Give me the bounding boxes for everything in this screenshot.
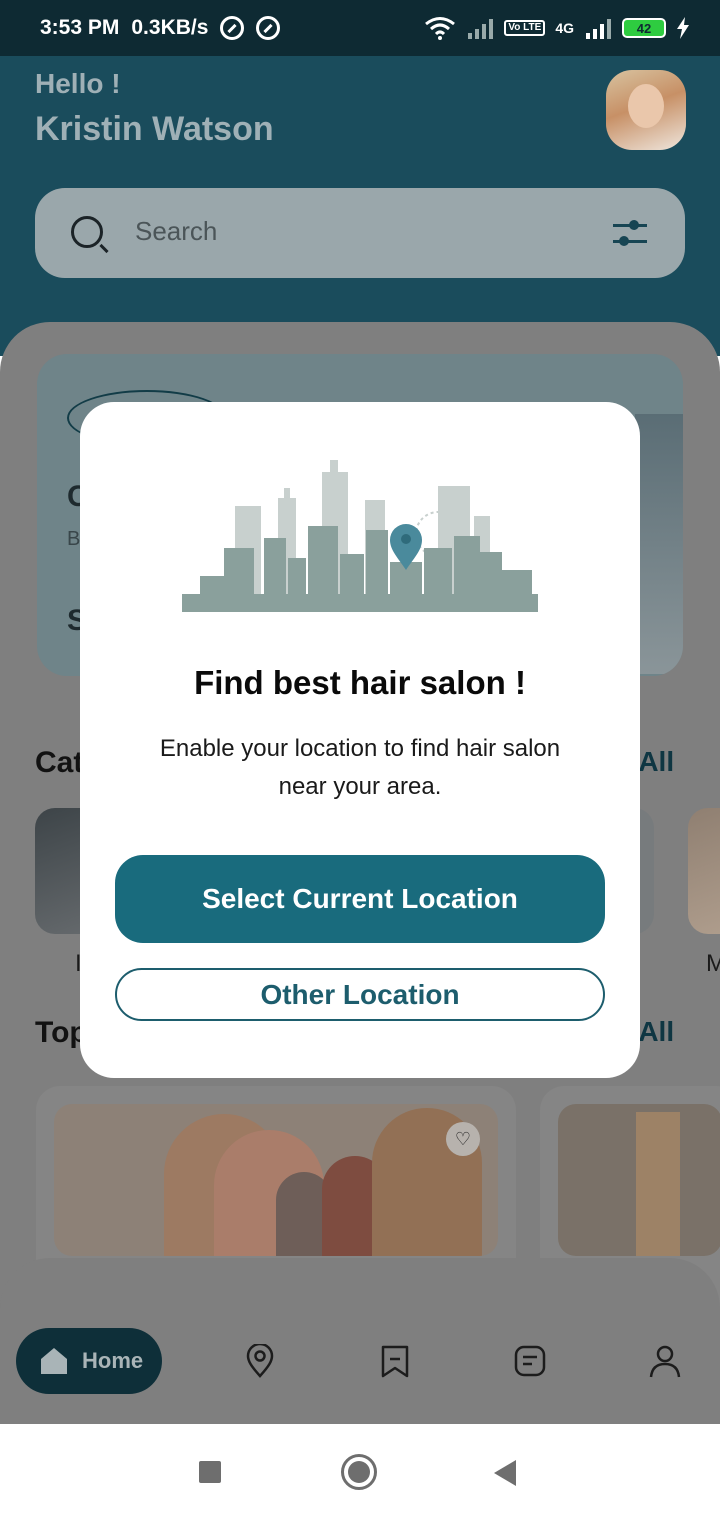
- wifi-icon: [425, 17, 456, 40]
- bookmark-icon[interactable]: [378, 1344, 412, 1378]
- network-type: 4G: [555, 20, 574, 36]
- favorite-heart-icon[interactable]: ♡: [446, 1122, 480, 1156]
- charging-icon: [677, 17, 689, 39]
- select-current-location-button[interactable]: Select Current Location: [115, 855, 605, 943]
- recents-button[interactable]: [199, 1461, 221, 1483]
- status-speed: 0.3KB/s: [131, 16, 209, 39]
- search-bar[interactable]: Search: [35, 188, 685, 278]
- dialog-title: Find best hair salon !: [194, 664, 526, 701]
- search-input[interactable]: Search: [135, 216, 217, 247]
- status-bar: 3:53 PM 0.3KB/s Vo LTE 4G 42: [0, 0, 720, 56]
- status-app-icon: [220, 16, 245, 40]
- nav-home[interactable]: Home: [16, 1328, 162, 1394]
- signal-icon-2: [586, 19, 611, 39]
- categories-title: Cat: [35, 746, 84, 779]
- battery-icon: 42: [622, 18, 666, 38]
- search-icon: [71, 216, 103, 248]
- category-label: M: [706, 950, 720, 977]
- volte-badge: Vo LTE: [504, 20, 546, 36]
- filter-icon[interactable]: [613, 218, 647, 248]
- category-item[interactable]: [688, 808, 720, 934]
- city-illustration: [182, 460, 538, 612]
- banner-subtitle: B: [67, 528, 81, 550]
- location-pin-icon[interactable]: [243, 1344, 277, 1378]
- other-location-button[interactable]: Other Location: [115, 968, 605, 1021]
- bookings-icon[interactable]: [513, 1344, 547, 1378]
- signal-icon: [468, 19, 494, 39]
- status-app-icon-2: [256, 16, 281, 40]
- avatar[interactable]: [606, 70, 686, 150]
- profile-icon[interactable]: [648, 1344, 682, 1378]
- status-time: 3:53 PM: [40, 16, 120, 39]
- home-icon: [41, 1348, 67, 1374]
- banner-image: [635, 414, 683, 674]
- system-navigation-bar: [0, 1424, 720, 1520]
- home-button[interactable]: [341, 1454, 377, 1490]
- user-name: Kristin Watson: [35, 110, 274, 148]
- bottom-navigation: Home: [0, 1258, 720, 1424]
- location-dialog: Find best hair salon ! Enable your locat…: [80, 402, 640, 1078]
- salon-image: [558, 1104, 720, 1256]
- back-button[interactable]: [494, 1460, 516, 1486]
- dialog-message: Enable your location to find hair salon …: [159, 735, 561, 800]
- nav-home-label: Home: [82, 1348, 144, 1373]
- greeting: Hello !: [35, 68, 121, 99]
- salon-image: ♡: [54, 1104, 498, 1256]
